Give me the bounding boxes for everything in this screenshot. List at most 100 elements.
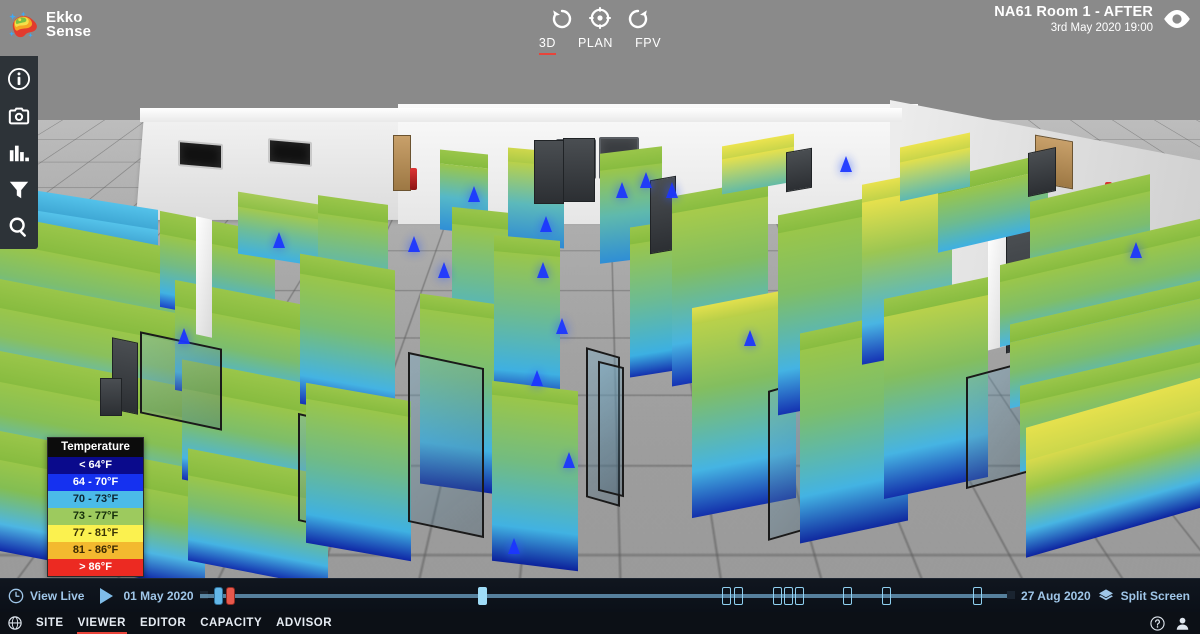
timeline-event-marker[interactable] <box>842 586 852 605</box>
airflow-cone-icon <box>178 328 190 344</box>
airflow-cone-icon <box>537 262 549 278</box>
timeline-event-marker[interactable] <box>477 586 487 605</box>
legend-band[interactable]: < 64°F <box>48 457 143 474</box>
tab-plan[interactable]: PLAN <box>578 36 613 55</box>
track-end-cap <box>1007 590 1016 599</box>
3d-scene-viewport[interactable] <box>0 0 1200 578</box>
filter-icon[interactable] <box>0 171 38 208</box>
room-meta: NA61 Room 1 - AFTER 3rd May 2020 19:00 <box>994 4 1153 34</box>
nav-editor[interactable]: EDITOR <box>133 612 193 634</box>
airflow-cone-icon <box>408 236 420 252</box>
timeline-left-controls: View Live 01 May 2020 <box>0 587 194 604</box>
recenter-icon[interactable] <box>588 6 612 30</box>
airflow-cone-icon <box>840 156 852 172</box>
timeline-end-date[interactable]: 27 Aug 2020 <box>1021 589 1091 603</box>
timeline-track[interactable] <box>199 593 1016 598</box>
timeline-event-marker[interactable] <box>783 586 793 605</box>
user-account-icon[interactable] <box>1175 616 1190 631</box>
gecko-logo-icon <box>8 8 44 42</box>
dark-cabinet[interactable] <box>786 147 812 193</box>
clock-icon[interactable] <box>8 588 24 604</box>
airflow-cone-icon <box>438 262 450 278</box>
dark-cabinet[interactable] <box>100 378 122 416</box>
door-icon <box>393 135 411 191</box>
airflow-cone-icon <box>508 538 520 554</box>
dark-cabinet[interactable] <box>563 138 595 202</box>
page-title: NA61 Room 1 - AFTER <box>994 4 1153 20</box>
containment-panel[interactable] <box>140 331 222 431</box>
info-icon[interactable] <box>0 60 38 97</box>
split-screen-label[interactable]: Split Screen <box>1121 589 1190 603</box>
bottom-nav-bar: SITE VIEWER EDITOR CAPACITY ADVISOR <box>0 612 1200 634</box>
legend-band[interactable]: 70 - 73°F <box>48 491 143 508</box>
search-icon[interactable] <box>0 208 38 245</box>
nav-capacity[interactable]: CAPACITY <box>193 612 269 634</box>
ceiling-strip <box>140 108 902 122</box>
containment-panel[interactable] <box>408 351 484 539</box>
left-toolbar <box>0 56 38 249</box>
wall-vent-icon <box>178 140 223 170</box>
wall-vent-icon <box>268 138 312 167</box>
airflow-cone-icon <box>1130 242 1142 258</box>
bar-chart-icon[interactable] <box>0 134 38 171</box>
airflow-cone-icon <box>531 370 543 386</box>
timeline-event-marker[interactable] <box>972 586 982 605</box>
nav-site[interactable]: SITE <box>29 612 71 634</box>
view-mode-tabs: 3D PLAN FPV <box>538 36 661 55</box>
legend-title: Temperature <box>48 438 143 457</box>
timeline-bar: View Live 01 May 2020 27 Aug 2020 Split … <box>0 578 1200 612</box>
legend-band[interactable]: 77 - 81°F <box>48 525 143 542</box>
legend-band[interactable]: 73 - 77°F <box>48 508 143 525</box>
dark-cabinet[interactable] <box>534 140 564 204</box>
rack-row[interactable] <box>306 382 411 562</box>
range-handle-end[interactable] <box>225 586 235 605</box>
room-header: NA61 Room 1 - AFTER 3rd May 2020 19:00 <box>994 4 1192 34</box>
airflow-cone-icon <box>616 182 628 198</box>
play-icon[interactable] <box>100 587 114 604</box>
airflow-cone-icon <box>744 330 756 346</box>
timeline-track-wrap[interactable] <box>199 579 1016 613</box>
globe-icon[interactable] <box>8 616 22 630</box>
tab-3d[interactable]: 3D <box>538 36 556 55</box>
help-icon[interactable] <box>1150 615 1165 631</box>
brand-name-line2: Sense <box>46 23 92 40</box>
layers-icon[interactable] <box>1098 588 1114 604</box>
timeline-event-marker[interactable] <box>794 586 804 605</box>
nav-viewer[interactable]: VIEWER <box>71 612 133 634</box>
range-handle-start[interactable] <box>213 586 223 605</box>
camera-orbit-controls <box>550 6 650 30</box>
rotate-right-icon[interactable] <box>626 6 650 30</box>
timeline-event-marker[interactable] <box>772 586 782 605</box>
nav-advisor[interactable]: ADVISOR <box>269 612 339 634</box>
rack-row[interactable] <box>494 235 560 401</box>
fire-extinguisher-icon <box>410 168 417 190</box>
airflow-cone-icon <box>540 216 552 232</box>
camera-icon[interactable] <box>0 97 38 134</box>
brand-logo[interactable]: Ekko Sense <box>8 6 100 44</box>
timeline-right-controls: 27 Aug 2020 Split Screen <box>1021 588 1200 604</box>
tab-fpv[interactable]: FPV <box>635 36 661 55</box>
timeline-event-marker[interactable] <box>881 586 891 605</box>
ekkosense-3d-viewer: Ekko Sense 3D PLAN FPV NA61 Room 1 - AFT… <box>0 0 1200 634</box>
timeline-event-marker[interactable] <box>733 586 743 605</box>
eye-icon[interactable] <box>1162 8 1192 30</box>
legend-band[interactable]: > 86°F <box>48 559 143 576</box>
brand-name: Ekko Sense <box>46 10 92 40</box>
airflow-cone-icon <box>640 172 652 188</box>
dark-cabinet[interactable] <box>1028 147 1056 197</box>
legend-band[interactable]: 81 - 86°F <box>48 542 143 559</box>
timeline-event-marker[interactable] <box>721 586 731 605</box>
rack-row[interactable] <box>492 380 578 572</box>
view-live-label[interactable]: View Live <box>30 589 84 603</box>
timeline-start-date[interactable]: 01 May 2020 <box>123 589 193 603</box>
white-cabinet[interactable] <box>196 216 212 338</box>
temperature-legend: Temperature < 64°F 64 - 70°F 70 - 73°F 7… <box>47 437 144 577</box>
rotate-left-icon[interactable] <box>550 6 574 30</box>
airflow-cone-icon <box>273 232 285 248</box>
containment-panel[interactable] <box>598 360 624 498</box>
legend-band[interactable]: 64 - 70°F <box>48 474 143 491</box>
airflow-cone-icon <box>556 318 568 334</box>
statusbar-system-icons <box>1150 615 1200 631</box>
airflow-cone-icon <box>563 452 575 468</box>
airflow-cone-icon <box>666 182 678 198</box>
